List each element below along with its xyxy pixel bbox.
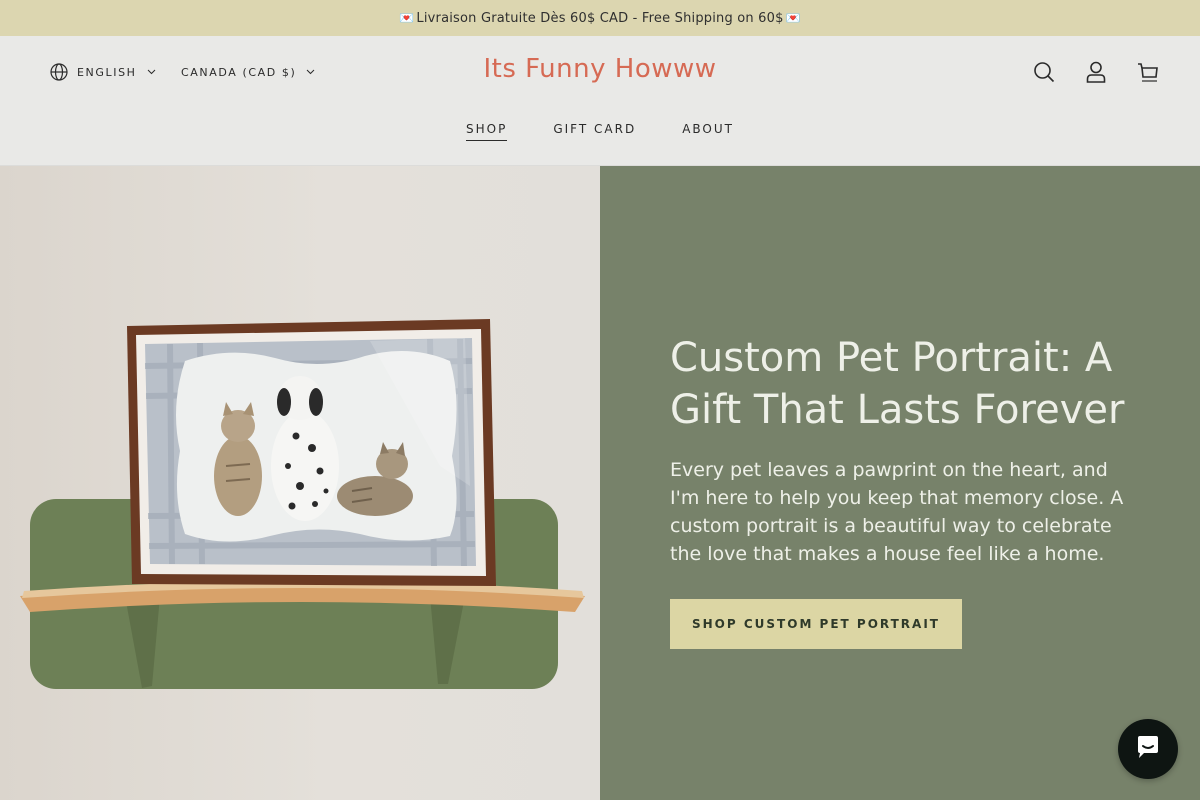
hero-image: [0, 166, 600, 800]
hero-banner: Custom Pet Portrait: A Gift That Lasts F…: [0, 166, 1200, 800]
chat-button[interactable]: [1118, 719, 1178, 779]
chat-bubble-icon: [1134, 733, 1162, 765]
header-icons: [1032, 58, 1160, 86]
account-icon[interactable]: [1084, 58, 1108, 86]
hero-description: Every pet leaves a pawprint on the heart…: [670, 459, 1124, 565]
announcement-text: Livraison Gratuite Dès 60$ CAD - Free Sh…: [416, 10, 784, 26]
site-header: ENGLISH CANADA (CAD $) Its Funny Howww S…: [0, 36, 1200, 166]
hero-content-panel: Custom Pet Portrait: A Gift That Lasts F…: [600, 166, 1200, 800]
announcement-bar: 💌 Livraison Gratuite Dès 60$ CAD - Free …: [0, 0, 1200, 36]
main-nav: SHOP GIFT CARD ABOUT: [0, 122, 1200, 141]
search-icon[interactable]: [1032, 58, 1056, 86]
nav-item-gift-card[interactable]: GIFT CARD: [553, 122, 636, 141]
cart-icon[interactable]: [1136, 58, 1160, 86]
hero-title: Custom Pet Portrait: A Gift That Lasts F…: [670, 335, 1125, 433]
letter-heart-icon: 💌: [399, 11, 415, 25]
nav-item-about[interactable]: ABOUT: [682, 122, 734, 141]
letter-heart-icon: 💌: [785, 11, 801, 25]
nav-item-shop[interactable]: SHOP: [466, 122, 508, 141]
site-logo[interactable]: Its Funny Howww: [0, 54, 1200, 84]
framed-pet-portrait-illustration: [20, 319, 585, 689]
shop-custom-portrait-button[interactable]: SHOP CUSTOM PET PORTRAIT: [670, 599, 962, 649]
